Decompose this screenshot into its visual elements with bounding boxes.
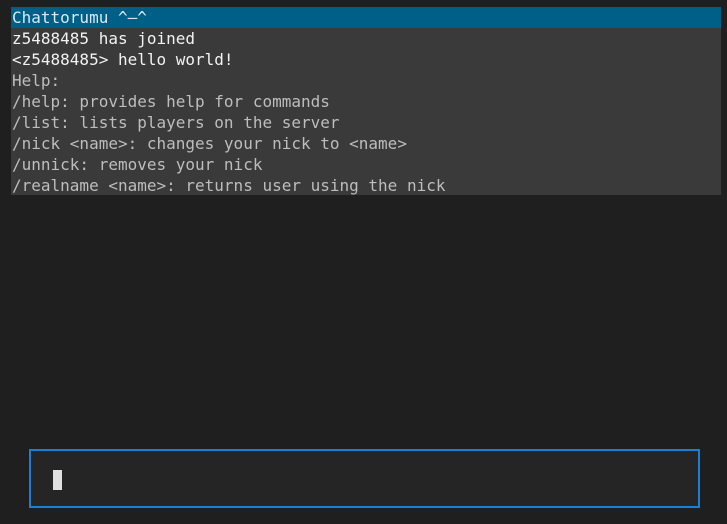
message-line: /nick <name>: changes your nick to <name… [12, 134, 407, 153]
message-line: z5488485 has joined [12, 29, 196, 48]
message-line: Help: [12, 71, 61, 90]
message-line: /unnick: removes your nick [12, 155, 263, 174]
message-input[interactable] [29, 449, 700, 508]
text-cursor [53, 470, 62, 490]
title-bar: Chattorumu ^–^ [11, 7, 721, 28]
message-line: <z5488485> hello world! [12, 50, 234, 69]
terminal-window: Chattorumu ^–^ z5488485 has joined <z548… [0, 0, 727, 524]
message-line: /realname <name>: returns user using the… [12, 176, 446, 195]
message-list: z5488485 has joined <z5488485> hello wor… [11, 28, 721, 195]
message-line: /help: provides help for commands [12, 92, 330, 111]
chat-log-panel: Chattorumu ^–^ z5488485 has joined <z548… [11, 7, 721, 195]
message-line: /list: lists players on the server [12, 113, 340, 132]
app-title: Chattorumu ^–^ [12, 8, 147, 27]
